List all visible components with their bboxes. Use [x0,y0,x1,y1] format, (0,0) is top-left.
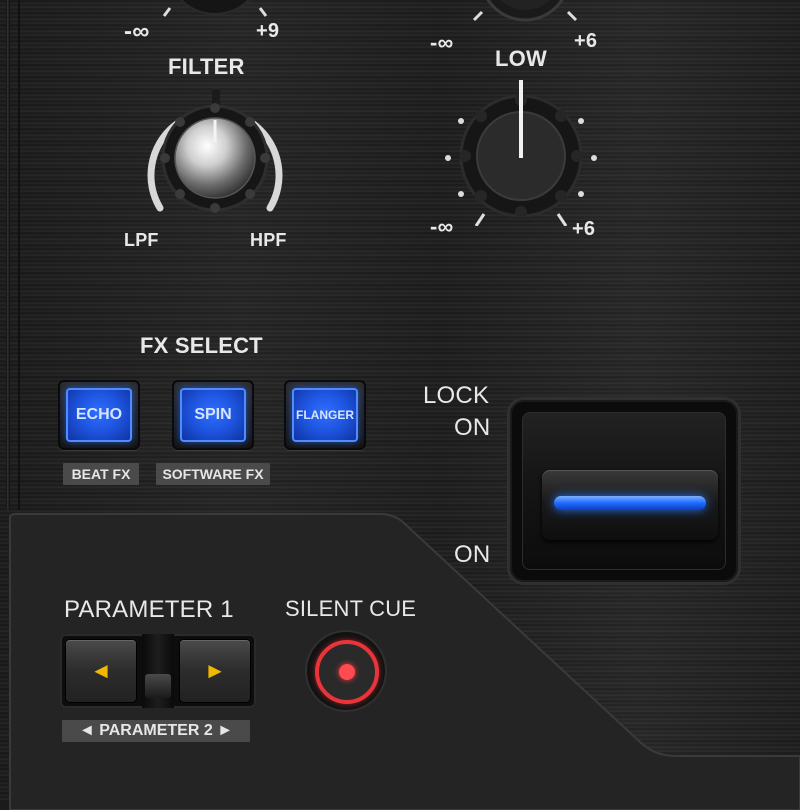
fx-echo-label: ECHO [66,388,132,442]
top-knob[interactable] [150,0,280,20]
parameter-left-button[interactable]: ◄ [66,640,136,702]
silent-cue-button[interactable] [307,632,385,710]
right-arrow-icon: ► [204,658,226,683]
lock-on-label: ON [454,414,491,441]
top-knob-min-label: -∞ [124,18,150,45]
low-eq-knob-graphic [445,80,597,227]
mid-eq-min-label: -∞ [430,30,454,55]
silent-cue-dot [339,664,355,680]
mid-eq-max-label: +6 [574,30,598,52]
fx-spin-button[interactable]: SPIN [172,380,254,450]
top-knob-graphic [162,0,268,17]
parameter-right-button[interactable]: ► [180,640,250,702]
low-eq-knob[interactable] [436,76,606,227]
filter-hpf-label: HPF [250,230,287,250]
lock-indicator-light [554,496,706,510]
low-eq-max-label: +6 [572,218,596,240]
channel-divider-line [18,0,20,510]
lock-label: LOCK [423,382,490,409]
channel-divider [6,0,10,510]
parameter-control: ◄ ► [60,634,256,708]
parameter-nub [145,674,171,698]
parameter-2-tag: ◄ PARAMETER 2 ► [62,720,250,742]
silent-cue-label: SILENT CUE [285,596,417,621]
beat-fx-tag: BEAT FX [63,463,139,485]
silent-cue-ring [315,640,379,704]
parameter-1-label: PARAMETER 1 [64,596,234,623]
mid-eq-knob[interactable] [450,0,600,30]
mid-eq-knob-graphic [472,0,578,22]
filter-knob-graphic [147,90,283,213]
parameter-divider [142,634,174,708]
low-eq-label: LOW [495,46,547,71]
low-eq-min-label: -∞ [430,214,454,239]
filter-lpf-label: LPF [124,230,159,250]
filter-label: FILTER [168,54,245,79]
top-knob-max-label: +9 [256,20,280,42]
fx-flanger-button[interactable]: FLANGER [284,380,366,450]
filter-knob[interactable] [136,84,294,224]
left-arrow-icon: ◄ [90,658,112,683]
fx-flanger-label: FLANGER [292,388,358,442]
fx-select-label: FX SELECT [140,333,263,358]
fx-echo-button[interactable]: ECHO [58,380,140,450]
fx-spin-label: SPIN [180,388,246,442]
software-fx-tag: SOFTWARE FX [156,463,270,485]
